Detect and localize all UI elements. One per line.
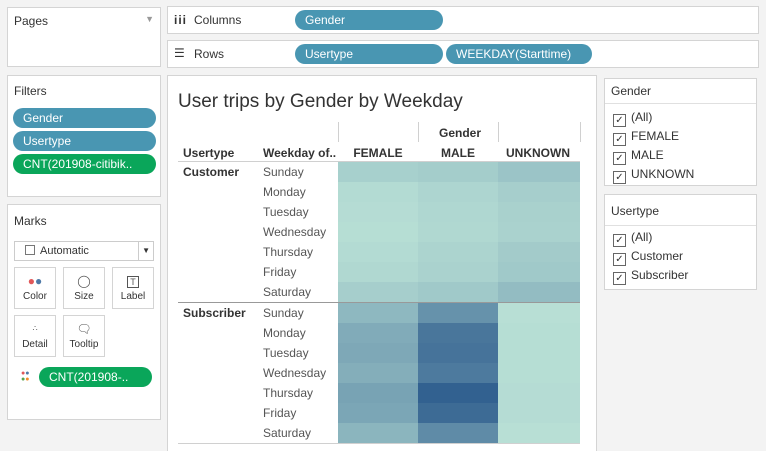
usertype-option-label: Subscriber <box>631 268 689 282</box>
marks-title: Marks <box>14 214 47 228</box>
checkbox-checked-icon[interactable]: ✓ <box>613 272 626 285</box>
gender-option-female[interactable]: ✓ FEMALE <box>613 127 679 146</box>
checkbox-checked-icon[interactable]: ✓ <box>613 234 626 247</box>
columns-pill-gender[interactable]: Gender <box>295 10 443 30</box>
checkbox-checked-icon[interactable]: ✓ <box>613 152 626 165</box>
tooltip-button-label: Tooltip <box>69 339 99 350</box>
label-t-icon: T <box>113 271 153 291</box>
size-button-label: Size <box>74 291 94 302</box>
gender-option-label: UNKNOWN <box>631 167 695 181</box>
checkbox-checked-icon[interactable]: ✓ <box>613 253 626 266</box>
color-dots-icon: ●● <box>27 274 43 288</box>
gender-option-label: (All) <box>631 110 653 124</box>
rows-label: Rows <box>194 47 225 61</box>
mark-type-dropdown[interactable]: Automatic ▼ <box>14 241 154 261</box>
rows-pill-usertype[interactable]: Usertype <box>295 44 443 64</box>
tooltip-bubble-icon: 🗨 <box>76 322 92 336</box>
viz-sheet: User trips by Gender by Weekday <box>167 75 597 451</box>
rows-icon: ☰ <box>174 46 185 60</box>
filter-pill-usertype[interactable]: Usertype <box>13 131 156 151</box>
checkbox-checked-icon[interactable]: ✓ <box>613 114 626 127</box>
filter-pill-count[interactable]: CNT(201908-citibik.. <box>13 154 156 174</box>
rows-shelf[interactable]: ☰ Rows Usertype WEEKDAY(Starttime) <box>167 40 759 68</box>
color-pill-count[interactable]: CNT(201908-.. <box>39 367 152 387</box>
detail-dots-icon: ∴ <box>32 324 38 333</box>
usertype-filter-title: Usertype <box>611 204 660 218</box>
pages-dropdown-icon[interactable]: ▼ <box>145 14 154 24</box>
usertype-filter-card: Usertype ✓ (All) ✓ Customer ✓ Subscriber <box>604 194 757 290</box>
gender-option-label: FEMALE <box>631 129 680 143</box>
detail-button-label: Detail <box>22 339 48 350</box>
checkbox-checked-icon[interactable]: ✓ <box>613 133 626 146</box>
color-button-label: Color <box>23 291 47 302</box>
chevron-down-icon: ▼ <box>138 242 150 260</box>
gender-option-male[interactable]: ✓ MALE <box>613 146 664 165</box>
gender-filter-card: Gender ✓ (All) ✓ FEMALE ✓ MALE ✓ UNKNOWN <box>604 78 757 186</box>
checkbox-checked-icon[interactable]: ✓ <box>613 171 626 184</box>
columns-label: Columns <box>194 13 242 27</box>
gender-option-unknown[interactable]: ✓ UNKNOWN <box>613 165 694 184</box>
filters-panel: Filters Gender Usertype CNT(201908-citib… <box>7 75 161 197</box>
columns-shelf[interactable]: iii Columns Gender <box>167 6 759 34</box>
color-button[interactable]: ●● Color <box>14 267 56 309</box>
detail-button[interactable]: ∴ Detail <box>14 315 56 357</box>
label-button-label: Label <box>120 291 146 302</box>
mark-type-value: Automatic <box>40 245 89 257</box>
color-pill-icon: ●● ●● <box>21 370 30 383</box>
rows-pill-weekday[interactable]: WEEKDAY(Starttime) <box>446 44 592 64</box>
viz-title: User trips by Gender by Weekday <box>178 91 463 112</box>
usertype-option-subscriber[interactable]: ✓ Subscriber <box>613 266 688 285</box>
filter-pill-gender[interactable]: Gender <box>13 108 156 128</box>
usertype-option-label: (All) <box>631 230 653 244</box>
size-button[interactable]: ◯ Size <box>63 267 105 309</box>
mark-type-square-icon <box>25 245 35 255</box>
columns-icon: iii <box>174 13 188 27</box>
gender-option-all[interactable]: ✓ (All) <box>613 108 652 127</box>
pages-title: Pages <box>14 14 49 28</box>
size-circles-icon: ◯ <box>77 274 91 288</box>
usertype-option-customer[interactable]: ✓ Customer <box>613 247 683 266</box>
gender-option-label: MALE <box>631 148 664 162</box>
marks-panel: Marks Automatic ▼ ●● Color ◯ Size T Labe… <box>7 204 161 420</box>
label-button[interactable]: T Label <box>112 267 154 309</box>
usertype-option-label: Customer <box>631 249 684 263</box>
pages-panel[interactable]: Pages ▼ <box>7 7 161 67</box>
gender-filter-title: Gender <box>611 84 652 98</box>
filters-title: Filters <box>14 84 47 98</box>
usertype-option-all[interactable]: ✓ (All) <box>613 228 652 247</box>
tooltip-button[interactable]: 🗨 Tooltip <box>63 315 105 357</box>
